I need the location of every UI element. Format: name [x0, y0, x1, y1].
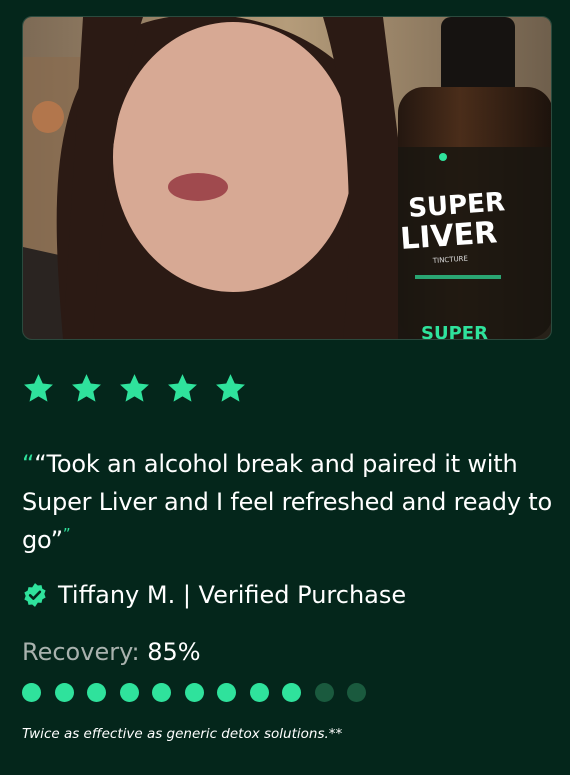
recovery-value: 85% [147, 638, 201, 666]
star-icon [214, 372, 247, 405]
review-photo: SUPER LIVER TINCTURE SUPER [22, 16, 552, 340]
progress-dot-empty [314, 683, 334, 702]
recovery-stat: Recovery: 85% [22, 638, 201, 666]
progress-dot-filled [249, 683, 269, 702]
star-icon [118, 372, 151, 405]
bottle-product-text: LIVER [399, 215, 498, 257]
star-icon [70, 372, 103, 405]
progress-dot-filled [54, 683, 74, 702]
rating-stars [22, 372, 247, 408]
progress-dot-filled [217, 683, 236, 702]
footnote: Twice as effective as generic detox solu… [22, 726, 343, 742]
progress-dot-filled [282, 683, 301, 702]
progress-dot-empty [347, 683, 366, 702]
verified-badge-icon [22, 582, 48, 608]
bottle-bottom-text: SUPER [421, 323, 488, 339]
progress-dot-filled [119, 683, 139, 702]
recovery-progress-dots [22, 683, 366, 702]
review-quote: ““Took an alcohol break and paired it wi… [22, 445, 557, 559]
progress-dot-filled [22, 683, 41, 702]
review-text: “Took an alcohol break and paired it wit… [22, 450, 552, 554]
progress-dot-filled [87, 683, 106, 702]
review-photo-image: SUPER LIVER TINCTURE SUPER [23, 17, 551, 339]
author-name: Tiffany M. | Verified Purchase [58, 581, 407, 609]
recovery-label: Recovery: [22, 638, 140, 666]
star-icon [166, 372, 199, 405]
open-quote-mark: “ [22, 450, 35, 478]
close-quote-mark: ” [62, 525, 71, 543]
review-author: Tiffany M. | Verified Purchase [22, 578, 406, 612]
progress-dot-filled [152, 683, 171, 702]
progress-dot-filled [184, 683, 204, 702]
star-icon [22, 372, 55, 405]
